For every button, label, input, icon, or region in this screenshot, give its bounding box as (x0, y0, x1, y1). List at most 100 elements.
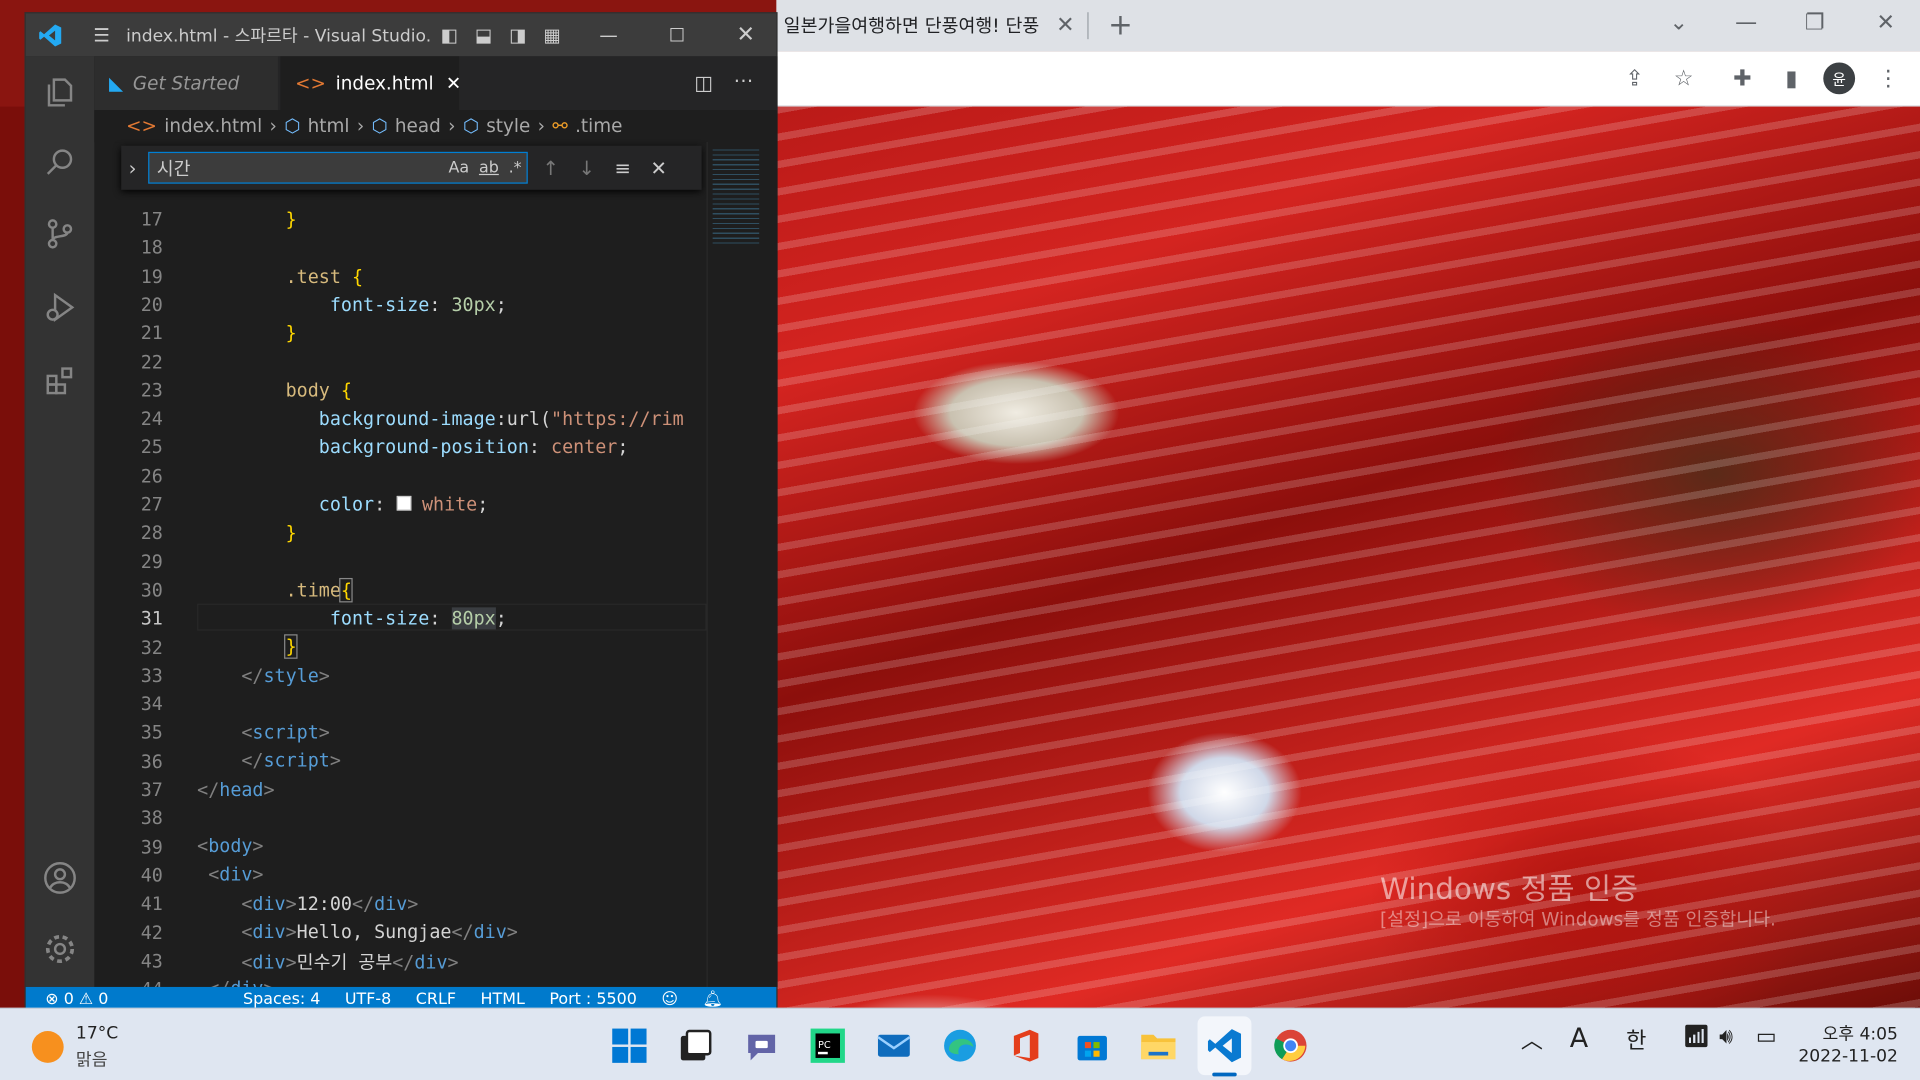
breadcrumb-item[interactable]: style (486, 115, 530, 137)
vs-close-icon[interactable]: ✕ (729, 22, 763, 48)
vscode-taskbar-icon[interactable] (1197, 1016, 1252, 1076)
whole-word-icon[interactable]: ab (479, 159, 499, 177)
more-actions-icon[interactable]: ⋯ (733, 69, 753, 92)
vs-maximize-icon[interactable]: ☐ (660, 24, 694, 46)
chrome-menu-icon[interactable]: ⋮ (1871, 61, 1905, 95)
mail-icon[interactable] (869, 1021, 918, 1070)
toggle-secondary-sidebar-icon[interactable]: ◨ (501, 24, 535, 46)
battery-icon[interactable]: ▭ (1756, 1024, 1777, 1050)
store-icon[interactable] (1068, 1021, 1117, 1070)
explorer-icon[interactable] (26, 61, 95, 122)
url-string: "https://rim (551, 407, 684, 430)
vscode-window: ☰ index.html - 스파르타 - Visual Studio... ◧… (24, 12, 778, 1012)
code-line: </div> (197, 977, 274, 987)
clock-time[interactable]: 오후 4:05 (1812, 1021, 1897, 1045)
close-tab-icon[interactable]: ✕ (1048, 7, 1082, 41)
toggle-sidebar-icon[interactable]: ◧ (432, 24, 466, 46)
feedback-icon[interactable]: ☺ (661, 990, 678, 1008)
ime-mode[interactable]: 한 (1626, 1024, 1646, 1056)
vs-minimize-icon[interactable]: — (591, 24, 625, 46)
breadcrumb-item[interactable]: index.html (164, 115, 262, 137)
run-debug-icon[interactable] (26, 277, 95, 338)
line-number: 42 (140, 921, 163, 944)
breadcrumb-item[interactable]: head (395, 115, 441, 137)
split-editor-icon[interactable]: ◫ (694, 71, 713, 94)
problems-status[interactable]: ⊗ 0 ⚠ 0 (45, 990, 108, 1008)
browser-tab-title[interactable]: 일본가을여행하면 단풍여행! 단풍 (784, 12, 1047, 38)
next-match-icon[interactable]: ↓ (578, 156, 594, 179)
line-number: 35 (140, 721, 163, 744)
share-icon[interactable]: ⇪ (1618, 61, 1652, 95)
wifi-icon[interactable]: 📶︎ (1682, 1024, 1710, 1050)
close-window-icon[interactable]: ✕ (1869, 5, 1903, 39)
extensions-icon[interactable]: ✚ (1725, 61, 1759, 95)
search-icon[interactable] (26, 132, 95, 193)
regex-icon[interactable]: .* (509, 159, 522, 177)
pycharm-icon[interactable]: PC (803, 1021, 852, 1070)
previous-match-icon[interactable]: ↑ (542, 156, 558, 179)
encoding-status[interactable]: UTF-8 (345, 990, 391, 1008)
minimap[interactable] (706, 142, 778, 987)
weather-condition[interactable]: 맑음 (76, 1047, 108, 1071)
match-case-icon[interactable]: Aa (449, 159, 470, 177)
code-editor[interactable]: 17 18 19 20 21 22 23 24 25 26 27 28 29 30 31 32 33 34 35 36… (94, 193, 707, 987)
tab-search-icon[interactable]: ⌄ (1662, 5, 1696, 39)
accounts-icon[interactable] (26, 847, 95, 908)
new-tab-button[interactable]: + (1103, 7, 1137, 41)
extensions-view-icon[interactable] (26, 350, 95, 411)
manage-gear-icon[interactable] (26, 918, 95, 979)
profile-avatar[interactable]: 윤 (1823, 62, 1856, 95)
line-number: 32 (140, 636, 163, 659)
vscode-tab-logo-icon: ◣ (108, 72, 124, 95)
color-swatch-icon[interactable] (396, 495, 411, 511)
notifications-bell-icon[interactable]: 🔔︎ (702, 990, 722, 1008)
find-in-selection-icon[interactable]: ≡ (614, 156, 630, 179)
html-file-icon: <> (126, 115, 157, 138)
teams-chat-icon[interactable] (737, 1021, 786, 1070)
line-number: 31 (140, 607, 163, 630)
desktop-strip (0, 106, 25, 1008)
volume-icon[interactable]: 🔊︎ (1719, 1024, 1733, 1050)
close-tab-icon[interactable]: ✕ (446, 72, 461, 94)
language-status[interactable]: HTML (481, 990, 525, 1008)
find-input[interactable]: 시간 Aa ab .* (148, 151, 528, 184)
source-control-icon[interactable] (26, 203, 95, 264)
edge-icon[interactable] (936, 1021, 985, 1070)
tab-index-html[interactable]: <> index.html ✕ (280, 56, 461, 111)
clock-date[interactable]: 2022-11-02 (1788, 1047, 1898, 1067)
side-panel-icon[interactable]: ▮ (1774, 61, 1808, 95)
show-hidden-icons-icon[interactable]: ︿ (1521, 1024, 1543, 1056)
bookmark-star-icon[interactable]: ☆ (1667, 61, 1701, 95)
cube-icon: ⬡ (371, 115, 388, 138)
live-server-status[interactable]: Port : 5500 (549, 990, 637, 1008)
tab-label: Get Started (132, 72, 240, 95)
menu-icon[interactable]: ☰ (84, 24, 118, 46)
task-view-icon[interactable] (671, 1021, 720, 1070)
minimize-icon[interactable]: — (1729, 5, 1763, 39)
breadcrumb-item[interactable]: html (308, 115, 350, 137)
toggle-replace-icon[interactable]: › (129, 156, 137, 179)
ime-language[interactable]: A (1570, 1024, 1588, 1055)
indentation-status[interactable]: Spaces: 4 (243, 990, 320, 1008)
toggle-panel-icon[interactable]: ⬓ (467, 24, 501, 46)
customize-layout-icon[interactable]: ▦ (535, 24, 569, 46)
weather-sun-icon[interactable] (31, 1031, 64, 1063)
chrome-taskbar-icon[interactable] (1266, 1021, 1315, 1070)
eol-status[interactable]: CRLF (416, 990, 456, 1008)
breadcrumb-item[interactable]: .time (575, 115, 622, 137)
file-explorer-icon[interactable] (1134, 1021, 1183, 1070)
office-icon[interactable] (1002, 1021, 1051, 1070)
div-text: 12:00 (296, 892, 352, 915)
close-find-icon[interactable]: ✕ (650, 156, 666, 179)
restore-icon[interactable]: ❐ (1798, 5, 1832, 39)
find-widget: › 시간 Aa ab .* ↑ ↓ ≡ ✕ (121, 145, 702, 190)
tab-get-started[interactable]: ◣ Get Started (94, 56, 278, 111)
weather-temp[interactable]: 17°C (76, 1024, 118, 1044)
code-line: <div> (208, 863, 264, 886)
line-number: 36 (140, 750, 163, 773)
line-number: 44 (94, 978, 163, 986)
cube-icon: ⬡ (284, 115, 301, 138)
line-number: 39 (140, 835, 163, 858)
start-windows-icon[interactable] (605, 1021, 654, 1070)
line-number: 43 (140, 949, 163, 972)
